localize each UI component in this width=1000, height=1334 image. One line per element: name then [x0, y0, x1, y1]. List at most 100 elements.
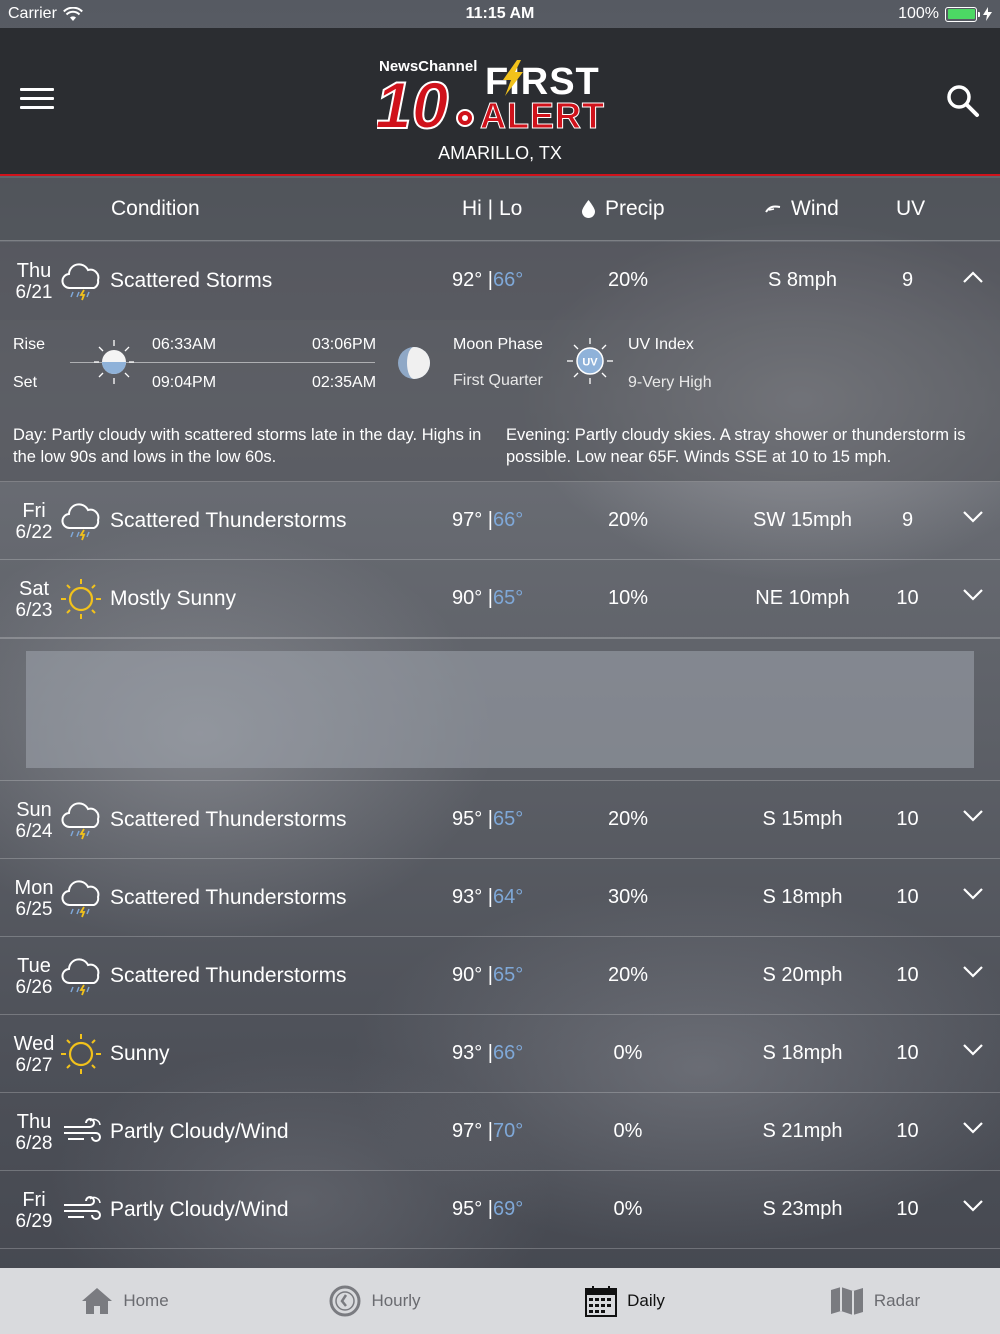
chevron-down-icon[interactable] — [962, 1121, 984, 1135]
first-alert-logo: NewsChannel 10 FIRST ALERT — [377, 58, 605, 131]
carrier-label: Carrier — [8, 5, 57, 22]
day-date: Wed 6/27 — [12, 1033, 56, 1077]
date-label: 6/27 — [15, 1055, 53, 1076]
low-temp: 66° — [493, 509, 524, 531]
precip-value: 20% — [607, 509, 649, 531]
moon-phase-value: First Quarter — [453, 372, 543, 389]
day-row[interactable]: Mon 6/25 Scattered Thunderstorms 93° |64°… — [0, 859, 1000, 937]
rise-label: Rise — [13, 336, 46, 353]
chevron-down-icon[interactable] — [962, 965, 984, 979]
ad-banner[interactable] — [26, 651, 974, 768]
hilo-temps: 95° |69° — [452, 1198, 524, 1220]
evening-forecast-label: Evening — [506, 426, 566, 444]
high-temp: 97° — [452, 1120, 483, 1142]
date-label: 6/26 — [15, 977, 53, 998]
precip-value: 10% — [607, 587, 649, 609]
chevron-down-icon[interactable] — [962, 588, 984, 602]
day-row[interactable]: Sun 6/24 Scattered Thunderstorms 95° |65°… — [0, 781, 1000, 859]
uv-index-label: UV Index — [628, 336, 694, 353]
day-date: Fri 6/22 — [12, 500, 56, 544]
low-temp: 64° — [493, 886, 524, 908]
svg-text:10: 10 — [377, 68, 449, 131]
wind-icon — [64, 1196, 101, 1220]
uv-index-icon: UV — [567, 338, 613, 384]
day-row[interactable]: Wed 6/27 Sunny 93° |66° 0% S 18mph 10 — [0, 1015, 1000, 1093]
hilo-temps: 97° |70° — [452, 1120, 524, 1142]
high-temp: 90° — [452, 964, 483, 986]
hamburger-icon — [20, 88, 54, 91]
day-name: Sat — [18, 578, 50, 600]
tab-radar[interactable]: Radar — [750, 1268, 1000, 1334]
day-date: Fri 6/29 — [12, 1189, 56, 1233]
uv-value: 10 — [896, 964, 919, 986]
hilo-header: Hi | Lo — [462, 197, 523, 220]
day-row[interactable]: Fri 6/22 Scattered Thunderstorms 97° |66°… — [0, 482, 1000, 560]
map-icon — [830, 1287, 863, 1315]
first-quarter-moon-icon — [398, 347, 430, 379]
tab-hourly-label: Hourly — [371, 1291, 421, 1310]
wind-value: S 18mph — [762, 886, 843, 908]
condition-text: Scattered Thunderstorms — [110, 886, 347, 909]
condition-text: Scattered Storms — [110, 269, 273, 292]
date-label: 6/23 — [15, 600, 53, 621]
menu-button[interactable] — [20, 88, 54, 116]
thunderstorm-cloud-icon — [61, 880, 100, 918]
day-row-expanded[interactable]: Thu 6/21 Scattered Storms 92° |66° 20% S… — [0, 242, 1000, 320]
battery-percent: 100% — [898, 5, 939, 22]
ad-divider-top — [0, 638, 1000, 639]
precip-header: Precip — [582, 197, 665, 221]
calendar-icon — [585, 1286, 618, 1317]
chevron-down-icon[interactable] — [962, 1199, 984, 1213]
uv-index-value: 9-Very High — [628, 374, 712, 391]
sun-icon — [61, 1034, 101, 1074]
chevron-down-icon[interactable] — [962, 809, 984, 823]
day-date: Sat 6/23 — [12, 578, 56, 622]
tab-home[interactable]: Home — [0, 1268, 250, 1334]
high-temp: 95° — [452, 808, 483, 830]
day-forecast-text: Day: Partly cloudy with scattered storms… — [13, 424, 491, 468]
condition-text: Partly Cloudy/Wind — [110, 1198, 289, 1221]
high-temp: 93° — [452, 1042, 483, 1064]
day-row[interactable]: Tue 6/26 Scattered Thunderstorms 90° |65°… — [0, 937, 1000, 1015]
uv-value: 9 — [901, 509, 914, 531]
search-button[interactable] — [946, 84, 980, 118]
high-temp: 93° — [452, 886, 483, 908]
high-temp: 95° — [452, 1198, 483, 1220]
wifi-icon — [62, 6, 83, 21]
hilo-temps: 93° |66° — [452, 1042, 524, 1064]
day-row[interactable]: Sat 6/23 Mostly Sunny 90° |65° 10% NE 10m… — [0, 560, 1000, 638]
hilo-temps: 95° |65° — [452, 808, 524, 830]
tab-radar-label: Radar — [873, 1291, 921, 1310]
chevron-down-icon[interactable] — [962, 1043, 984, 1057]
tab-daily-label: Daily — [627, 1291, 665, 1310]
set-label: Set — [13, 374, 38, 391]
chevron-up-icon[interactable] — [962, 270, 984, 284]
day-row[interactable]: Fri 6/29 Partly Cloudy/Wind 95° |69° 0% S… — [0, 1171, 1000, 1249]
battery-icon — [945, 6, 980, 22]
chevron-down-icon[interactable] — [962, 510, 984, 524]
condition-text: Scattered Thunderstorms — [110, 808, 347, 831]
day-date: Sun 6/24 — [12, 799, 56, 843]
wind-value: S 23mph — [762, 1198, 843, 1220]
uv-value: 10 — [896, 1198, 919, 1220]
wind-header: Wind — [765, 197, 839, 221]
tab-daily[interactable]: Daily — [500, 1268, 750, 1334]
precip-value: 20% — [607, 269, 649, 291]
low-temp: 66° — [493, 1042, 524, 1064]
day-name: Fri — [22, 1189, 46, 1211]
svg-text:ALERT: ALERT — [480, 95, 605, 131]
date-label: 6/21 — [15, 282, 53, 303]
low-temp: 69° — [493, 1198, 524, 1220]
uv-value: 10 — [896, 587, 919, 609]
date-label: 6/25 — [15, 899, 53, 920]
low-temp: 65° — [493, 587, 524, 609]
tab-hourly[interactable]: Hourly — [250, 1268, 500, 1334]
day-row[interactable]: Thu 6/28 Partly Cloudy/Wind 97° |70° 0% S… — [0, 1093, 1000, 1171]
chevron-down-icon[interactable] — [962, 887, 984, 901]
condition-text: Mostly Sunny — [110, 587, 237, 610]
uv-value: 9 — [901, 269, 914, 291]
sunrise-time: 06:33AM — [152, 336, 217, 353]
precip-value: 0% — [613, 1198, 643, 1220]
date-label: 6/28 — [15, 1133, 53, 1154]
location-label: AMARILLO, TX — [438, 143, 562, 163]
